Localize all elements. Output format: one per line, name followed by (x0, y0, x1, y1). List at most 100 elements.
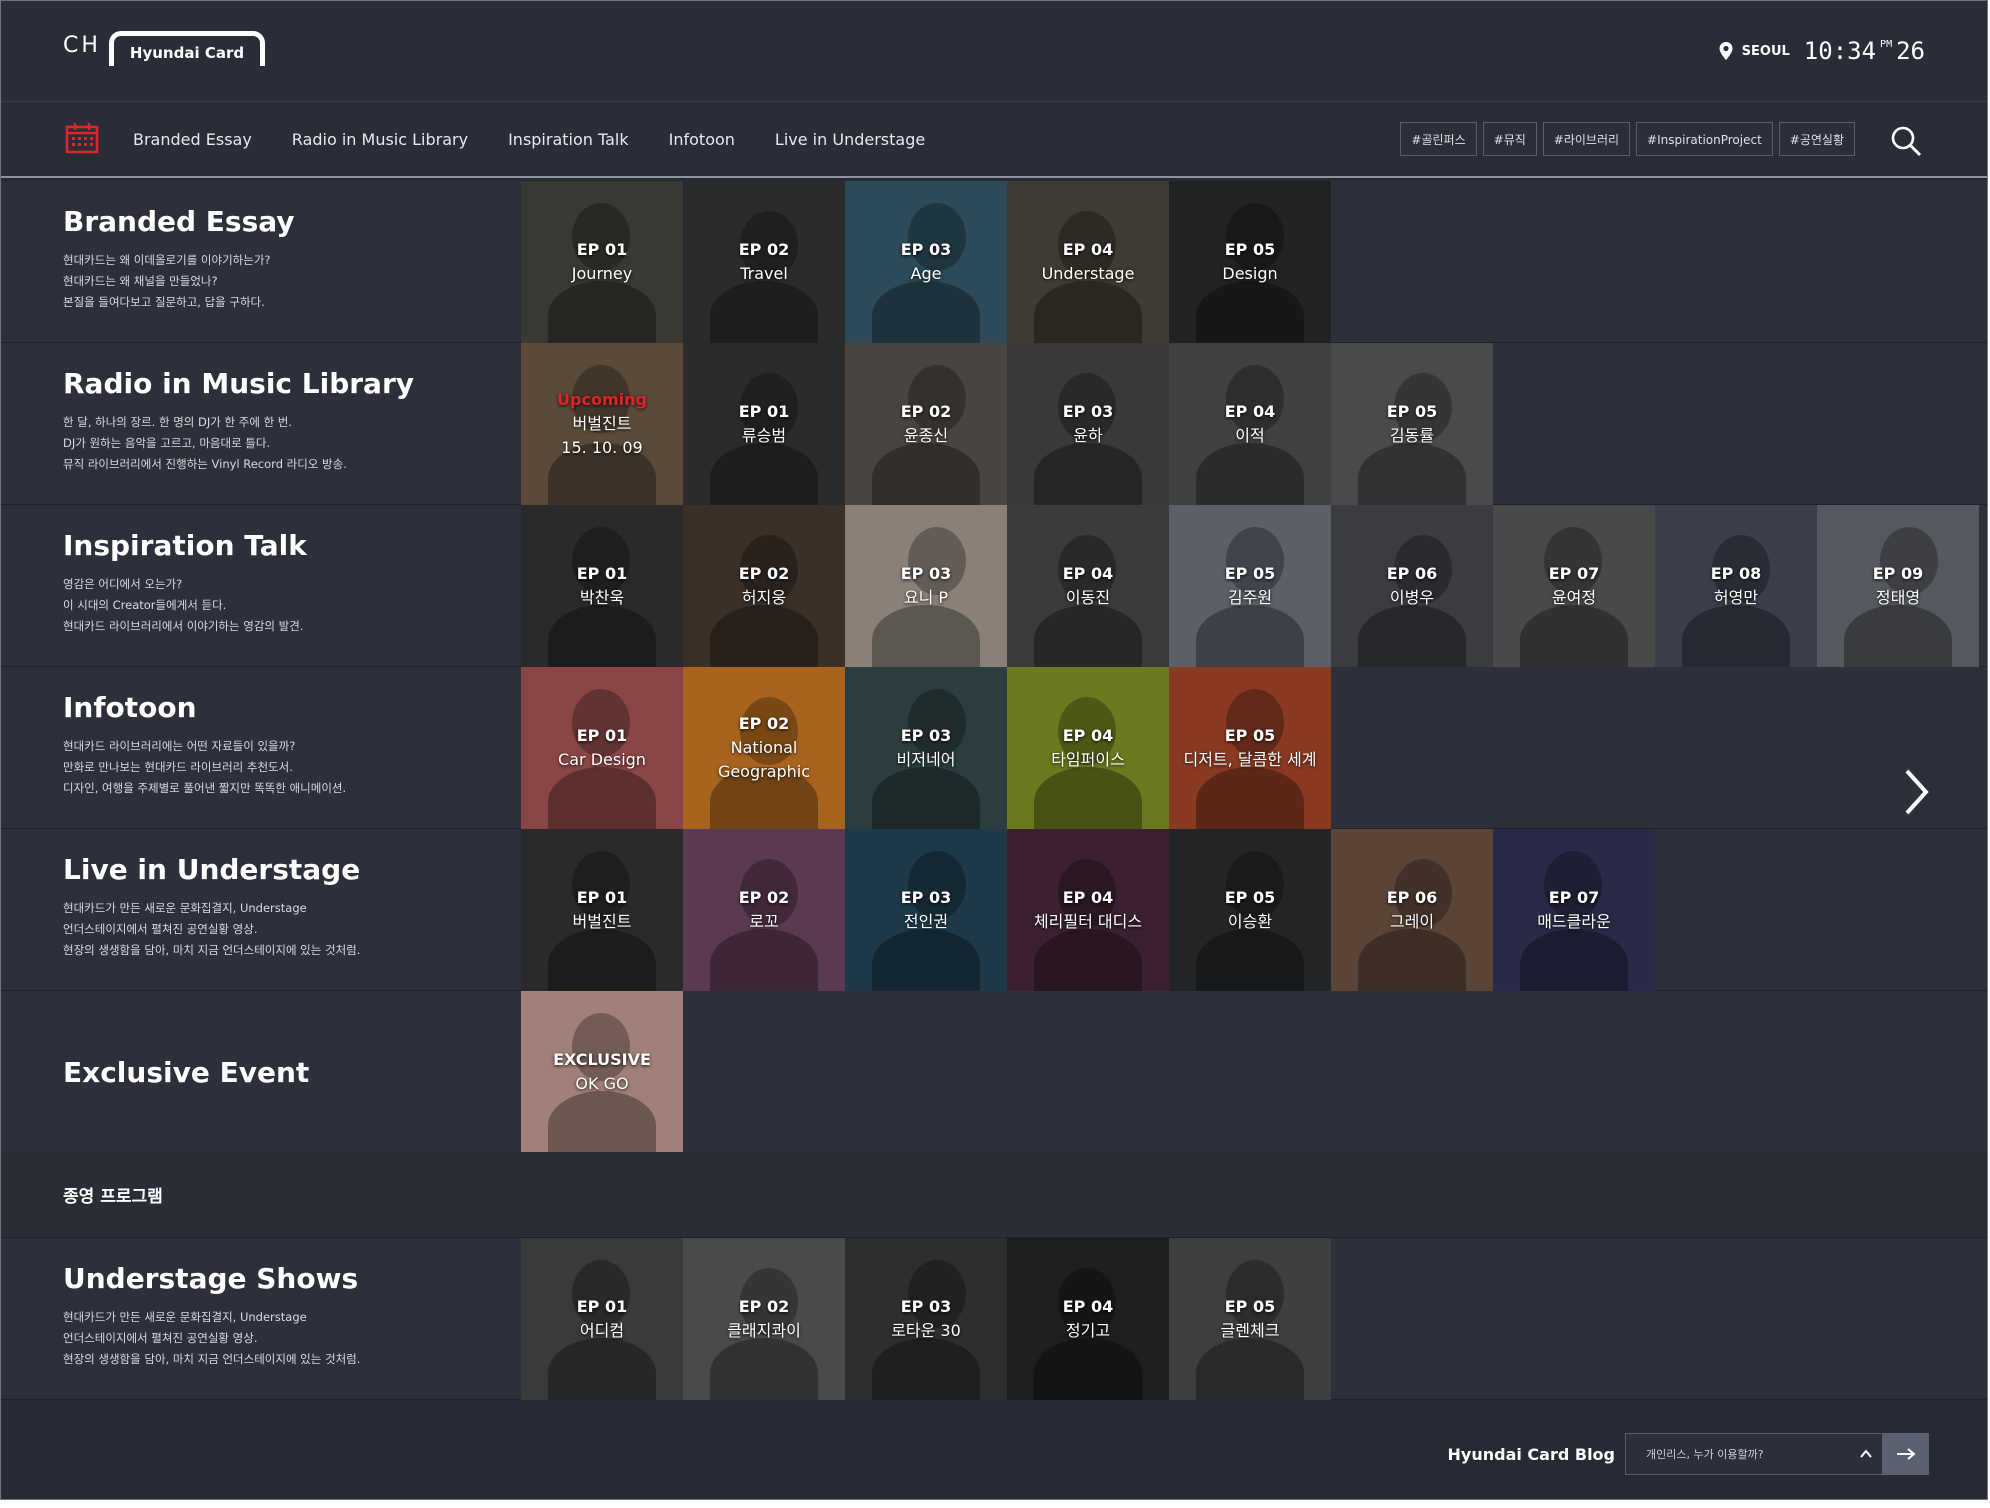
episode-name: 디저트, 달콤한 세계 (1183, 750, 1317, 769)
program-title[interactable]: Understage Shows (63, 1262, 503, 1295)
calendar-icon[interactable] (65, 122, 99, 154)
episode-name: 정기고 (1065, 1321, 1111, 1340)
episode-name: 윤종신 (903, 426, 949, 445)
episode-tile[interactable]: EP 03 비저네어 (845, 667, 1007, 829)
episode-number: EP 05 (1224, 564, 1276, 583)
episode-number: EP 03 (900, 240, 952, 259)
episode-tile[interactable]: EP 04 타임퍼이스 (1007, 667, 1169, 829)
program-info: Radio in Music Library 한 달, 하나의 장르. 한 명의 … (63, 367, 503, 475)
episode-tile[interactable]: EP 07 매드클라운 (1493, 829, 1655, 991)
search-icon[interactable] (1889, 124, 1923, 158)
episode-date: 15. 10. 09 (561, 438, 643, 457)
episode-label: EP 02 Travel (683, 238, 845, 286)
episode-tile[interactable]: EP 04 체리필터 대디스 (1007, 829, 1169, 991)
episode-name: 허지웅 (741, 588, 787, 607)
episode-tile[interactable]: EP 02 Travel (683, 181, 845, 343)
episode-name: 어디컴 (579, 1321, 625, 1340)
episode-tile[interactable]: EP 01 어디컴 (521, 1238, 683, 1400)
episode-tile[interactable]: EP 06 이병우 (1331, 505, 1493, 667)
clock-city: SEOUL (1741, 43, 1790, 59)
episode-tile[interactable]: EXCLUSIVE OK GO (521, 991, 683, 1153)
program-title[interactable]: Radio in Music Library (63, 367, 503, 400)
nav-item-branded-essay[interactable]: Branded Essay (133, 130, 252, 149)
episode-tile[interactable]: EP 04 Understage (1007, 181, 1169, 343)
episode-name: 타임퍼이스 (1051, 750, 1125, 769)
episode-tile[interactable]: EP 02 로꼬 (683, 829, 845, 991)
nav-item-live-in-understage[interactable]: Live in Understage (775, 130, 925, 149)
episode-tile[interactable]: EP 05 Design (1169, 181, 1331, 343)
logo[interactable]: CH Hyundai Card (63, 31, 266, 66)
program-title[interactable]: Live in Understage (63, 853, 503, 886)
episode-tiles: Upcoming 버벌진트 15. 10. 09 EP 01 류승범 EP 02 윤종신 EP… (521, 343, 1493, 505)
episode-number: EP 03 (900, 1297, 952, 1316)
episode-label: EP 07 윤여정 (1493, 562, 1655, 610)
chevron-right-icon[interactable] (1901, 767, 1931, 817)
episode-tile[interactable]: EP 05 디저트, 달콤한 세계 (1169, 667, 1331, 829)
episode-tile[interactable]: EP 02 윤종신 (845, 343, 1007, 505)
hashtag[interactable]: #라이브러리 (1542, 122, 1631, 156)
episode-label: EP 09 정태영 (1817, 562, 1979, 610)
episode-tile[interactable]: EP 06 그레이 (1331, 829, 1493, 991)
clock-time: 10:34 (1803, 37, 1877, 65)
episode-tile[interactable]: EP 07 윤여정 (1493, 505, 1655, 667)
program-row: Radio in Music Library 한 달, 하나의 장르. 한 명의 … (1, 343, 1987, 505)
episode-tile[interactable]: EP 03 요니 P (845, 505, 1007, 667)
episode-number: EP 03 (900, 564, 952, 583)
episode-name: 이병우 (1389, 588, 1435, 607)
hashtag[interactable]: #골린퍼스 (1400, 122, 1477, 156)
program-title[interactable]: Inspiration Talk (63, 529, 503, 562)
blog-select[interactable]: 개인리스, 누가 이용할까? (1625, 1433, 1883, 1475)
program-description: 디자인, 여행을 주제별로 풀어낸 짧지만 똑똑한 애니메이션. (63, 781, 347, 795)
program-title[interactable]: Infotoon (63, 691, 503, 724)
episode-label: EP 06 그레이 (1331, 886, 1493, 934)
episode-tile[interactable]: EP 02 허지웅 (683, 505, 845, 667)
blog-go-button[interactable] (1883, 1433, 1929, 1475)
program-description: 영감은 어디에서 오는가? (63, 577, 183, 591)
ended-program-row: Understage Shows 현대카드가 만든 새로운 문화집결지, Unde… (1, 1238, 1987, 1400)
episode-tile[interactable]: EP 02 National Geographic (683, 667, 845, 829)
program-row: Branded Essay 현대카드는 왜 이데올로기를 이야기하는가? 현대카드는… (1, 181, 1987, 343)
episode-tile[interactable]: EP 03 Age (845, 181, 1007, 343)
episode-tile[interactable]: EP 03 전인권 (845, 829, 1007, 991)
hashtag[interactable]: #InspirationProject (1636, 122, 1773, 156)
episode-name: 김동률 (1389, 426, 1435, 445)
nav-item-infotoon[interactable]: Infotoon (669, 130, 735, 149)
episode-tile[interactable]: EP 04 정기고 (1007, 1238, 1169, 1400)
episode-tile[interactable]: EP 05 글렌체크 (1169, 1238, 1331, 1400)
hashtag[interactable]: #공연실황 (1778, 122, 1855, 156)
program-title[interactable]: Exclusive Event (63, 1056, 309, 1089)
arrow-right-icon (1897, 1448, 1916, 1460)
program-title[interactable]: Branded Essay (63, 205, 503, 238)
episode-tile[interactable]: EP 04 이적 (1169, 343, 1331, 505)
episode-tile[interactable]: EP 08 허영만 (1655, 505, 1817, 667)
episode-tile[interactable]: EP 03 로타운 30 (845, 1238, 1007, 1400)
episode-number: EP 01 (576, 726, 628, 745)
episode-tile[interactable]: EP 05 김주원 (1169, 505, 1331, 667)
episode-name: 비저네어 (896, 750, 956, 769)
episode-tile[interactable]: EP 01 류승범 (683, 343, 845, 505)
episode-tile[interactable]: EP 03 윤하 (1007, 343, 1169, 505)
episode-tile[interactable]: Upcoming 버벌진트 15. 10. 09 (521, 343, 683, 505)
episode-label: EP 03 로타운 30 (845, 1295, 1007, 1343)
episode-label: EP 02 로꼬 (683, 886, 845, 934)
episode-tile[interactable]: EP 09 정태영 (1817, 505, 1979, 667)
episode-tiles: EXCLUSIVE OK GO (521, 991, 683, 1153)
episode-label: EP 02 윤종신 (845, 400, 1007, 448)
episode-tile[interactable]: EP 05 이승환 (1169, 829, 1331, 991)
episode-label: EP 01 류승범 (683, 400, 845, 448)
episode-tile[interactable]: EP 01 박찬욱 (521, 505, 683, 667)
nav-item-inspiration-talk[interactable]: Inspiration Talk (508, 130, 629, 149)
episode-tile[interactable]: EP 01 Car Design (521, 667, 683, 829)
episode-label: EP 02 클래지콰이 (683, 1295, 845, 1343)
episode-tiles: EP 01 Journey EP 02 Travel EP 03 Age EP 04 Unde… (521, 181, 1331, 343)
nav-item-radio-in-music-library[interactable]: Radio in Music Library (292, 130, 468, 149)
episode-label: EP 01 Car Design (521, 724, 683, 772)
episode-tile[interactable]: EP 05 김동률 (1331, 343, 1493, 505)
episode-tile[interactable]: EP 01 Journey (521, 181, 683, 343)
episode-label: EP 03 Age (845, 238, 1007, 286)
episode-number: EP 01 (576, 564, 628, 583)
episode-tile[interactable]: EP 02 클래지콰이 (683, 1238, 845, 1400)
hashtag[interactable]: #뮤직 (1482, 122, 1537, 156)
episode-tile[interactable]: EP 01 버벌진트 (521, 829, 683, 991)
episode-tile[interactable]: EP 04 이동진 (1007, 505, 1169, 667)
